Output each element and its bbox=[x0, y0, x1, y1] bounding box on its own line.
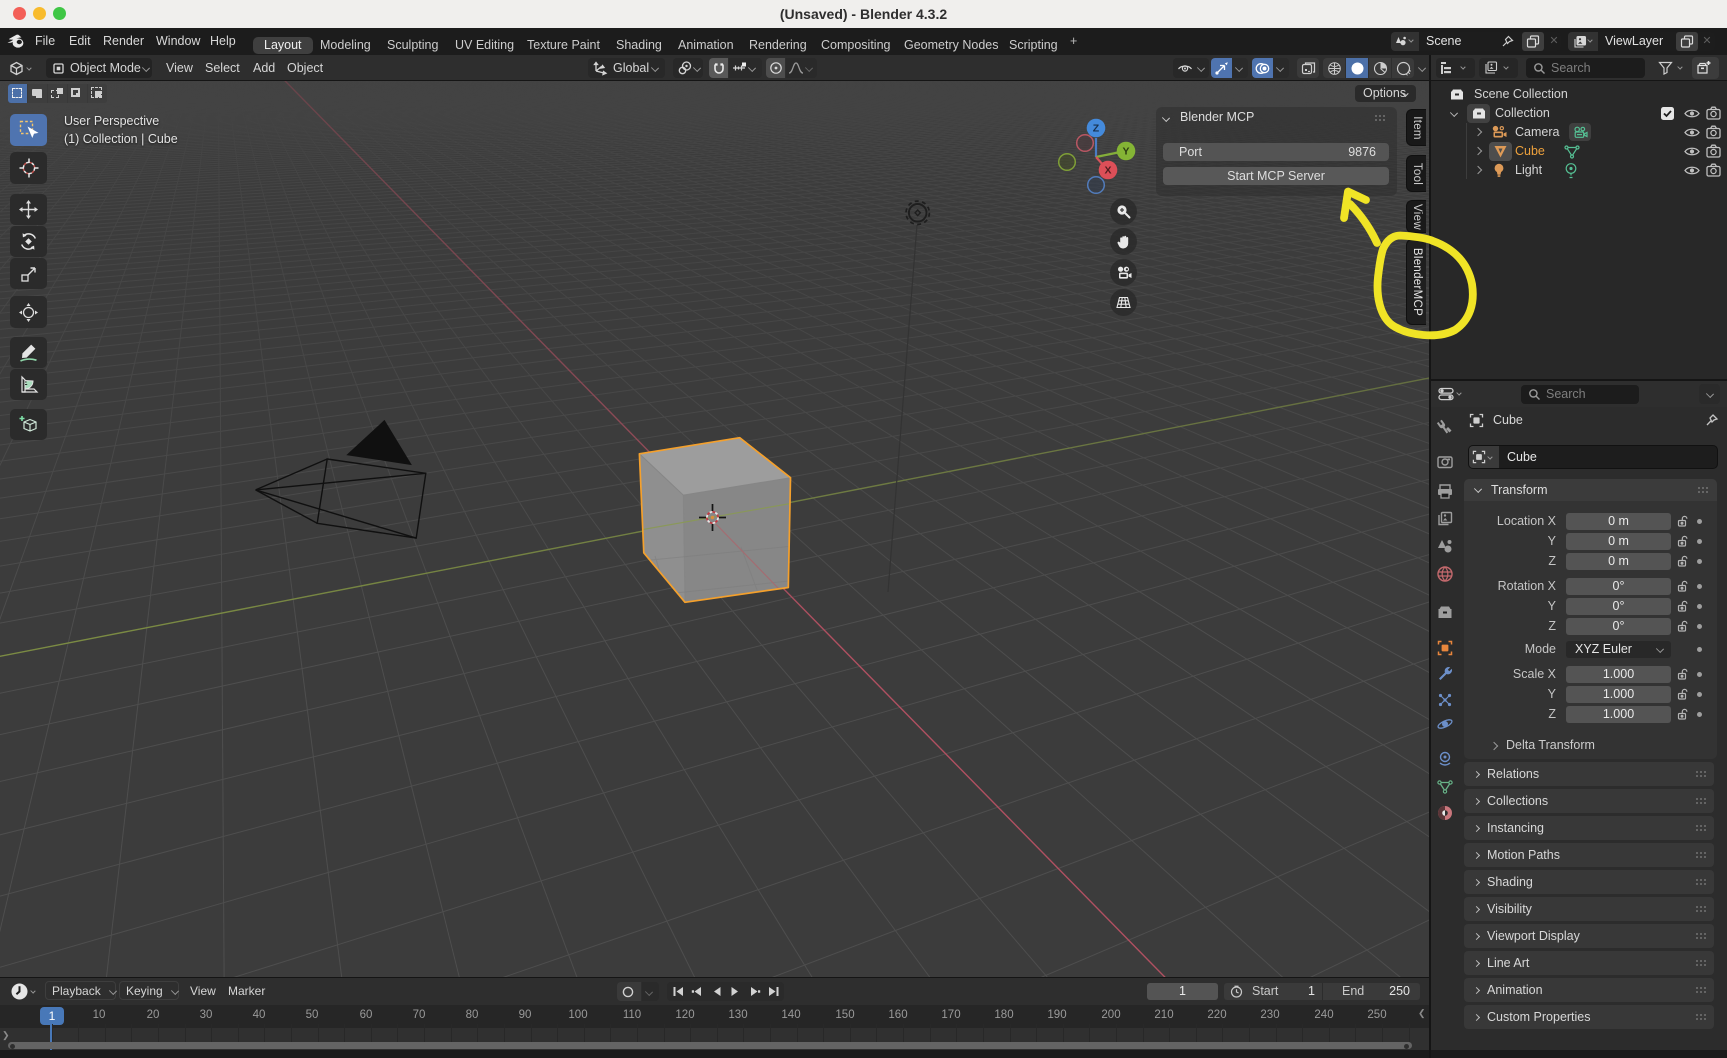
svg-text:Z: Z bbox=[1093, 122, 1100, 134]
svg-text:X: X bbox=[1104, 164, 1111, 176]
svg-text:Y: Y bbox=[1122, 145, 1129, 157]
